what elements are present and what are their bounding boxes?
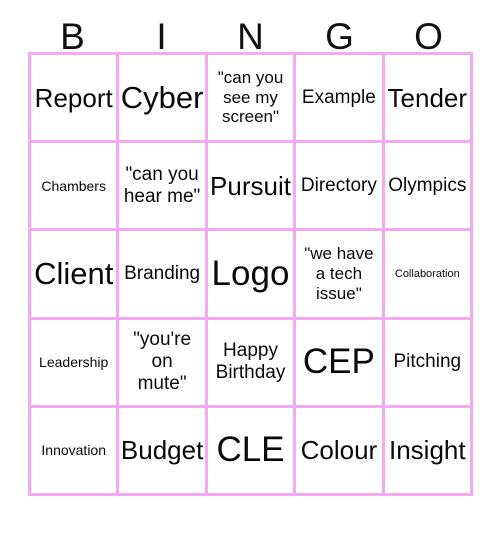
bingo-cell[interactable]: Tender [384,55,473,144]
bingo-cell-label: Innovation [41,442,106,459]
bingo-cell[interactable]: Report [31,55,120,144]
bingo-cell-label: Tender [387,82,468,113]
bingo-cell-label: "can you see my screen" [217,68,284,127]
bingo-header-letter-n: N [237,16,264,57]
bingo-cell-label: Leadership [39,354,109,371]
bingo-cell-label: Budget [120,435,204,466]
bingo-cell[interactable]: Colour [296,407,385,496]
bingo-cell-label: Logo [211,253,290,293]
bingo-cell[interactable]: Budget [119,407,208,496]
bingo-cell[interactable]: Pursuit [207,143,297,232]
bingo-cell[interactable]: "we have a tech issue" [296,231,385,320]
bingo-header-letter-i: I [156,16,167,57]
bingo-cell[interactable]: Chambers [31,143,120,232]
bingo-cell-label: Client [34,256,114,292]
bingo-header-letter-o: O [414,16,443,57]
bingo-cell-label: Cyber [120,79,204,115]
bingo-cell[interactable]: Client [31,231,120,320]
bingo-cell-label: CEP [302,341,375,381]
bingo-card: B I N G O Report Cyber "can you see my scr… [0,0,501,544]
bingo-cell[interactable]: CEP [296,319,385,408]
bingo-cell-label: Report [34,82,113,113]
bingo-cell-label: Example [301,86,376,108]
bingo-cell[interactable]: Insight [384,407,473,496]
bingo-cell-label: Insight [388,435,466,466]
bingo-grid: Report Cyber "can you see my screen" Exampl… [28,52,473,496]
bingo-header-letter-g: G [325,16,354,57]
bingo-cell-label: Pitching [393,351,462,373]
bingo-cell-label: "you're on mute" [133,329,192,395]
bingo-cell-label: Olympics [388,174,467,196]
bingo-header-letter-b: B [60,16,85,57]
bingo-cell[interactable]: Collaboration [384,231,473,320]
bingo-cell-label: Happy Birthday [215,340,286,384]
bingo-cell-label: Chambers [41,177,106,194]
bingo-cell[interactable]: "can you hear me" [119,143,208,232]
bingo-cell-label: CLE [216,430,285,470]
bingo-cell-label: Pursuit [210,170,291,201]
bingo-cell[interactable]: Branding [119,231,208,320]
bingo-cell[interactable]: CLE [207,407,297,496]
bingo-cell[interactable]: Logo [207,231,297,320]
bingo-cell[interactable]: "can you see my screen" [207,55,297,144]
bingo-cell-label: Colour [300,435,378,466]
bingo-cell[interactable]: Directory [296,143,385,232]
bingo-cell-label: "can you hear me" [123,163,201,207]
bingo-cell-label: "we have a tech issue" [304,244,374,303]
bingo-cell-label: Directory [300,174,377,196]
bingo-cell[interactable]: Pitching [384,319,473,408]
bingo-cell[interactable]: Leadership [31,319,120,408]
bingo-cell-label: Collaboration [394,267,460,280]
bingo-cell-label: Branding [124,262,201,284]
bingo-cell[interactable]: Olympics [384,143,473,232]
bingo-header-row: B I N G O [28,0,473,57]
bingo-cell[interactable]: Innovation [31,407,120,496]
bingo-cell[interactable]: Cyber [119,55,208,144]
bingo-cell[interactable]: "you're on mute" [119,319,208,408]
bingo-cell[interactable]: Happy Birthday [207,319,297,408]
bingo-cell[interactable]: Example [296,55,385,144]
